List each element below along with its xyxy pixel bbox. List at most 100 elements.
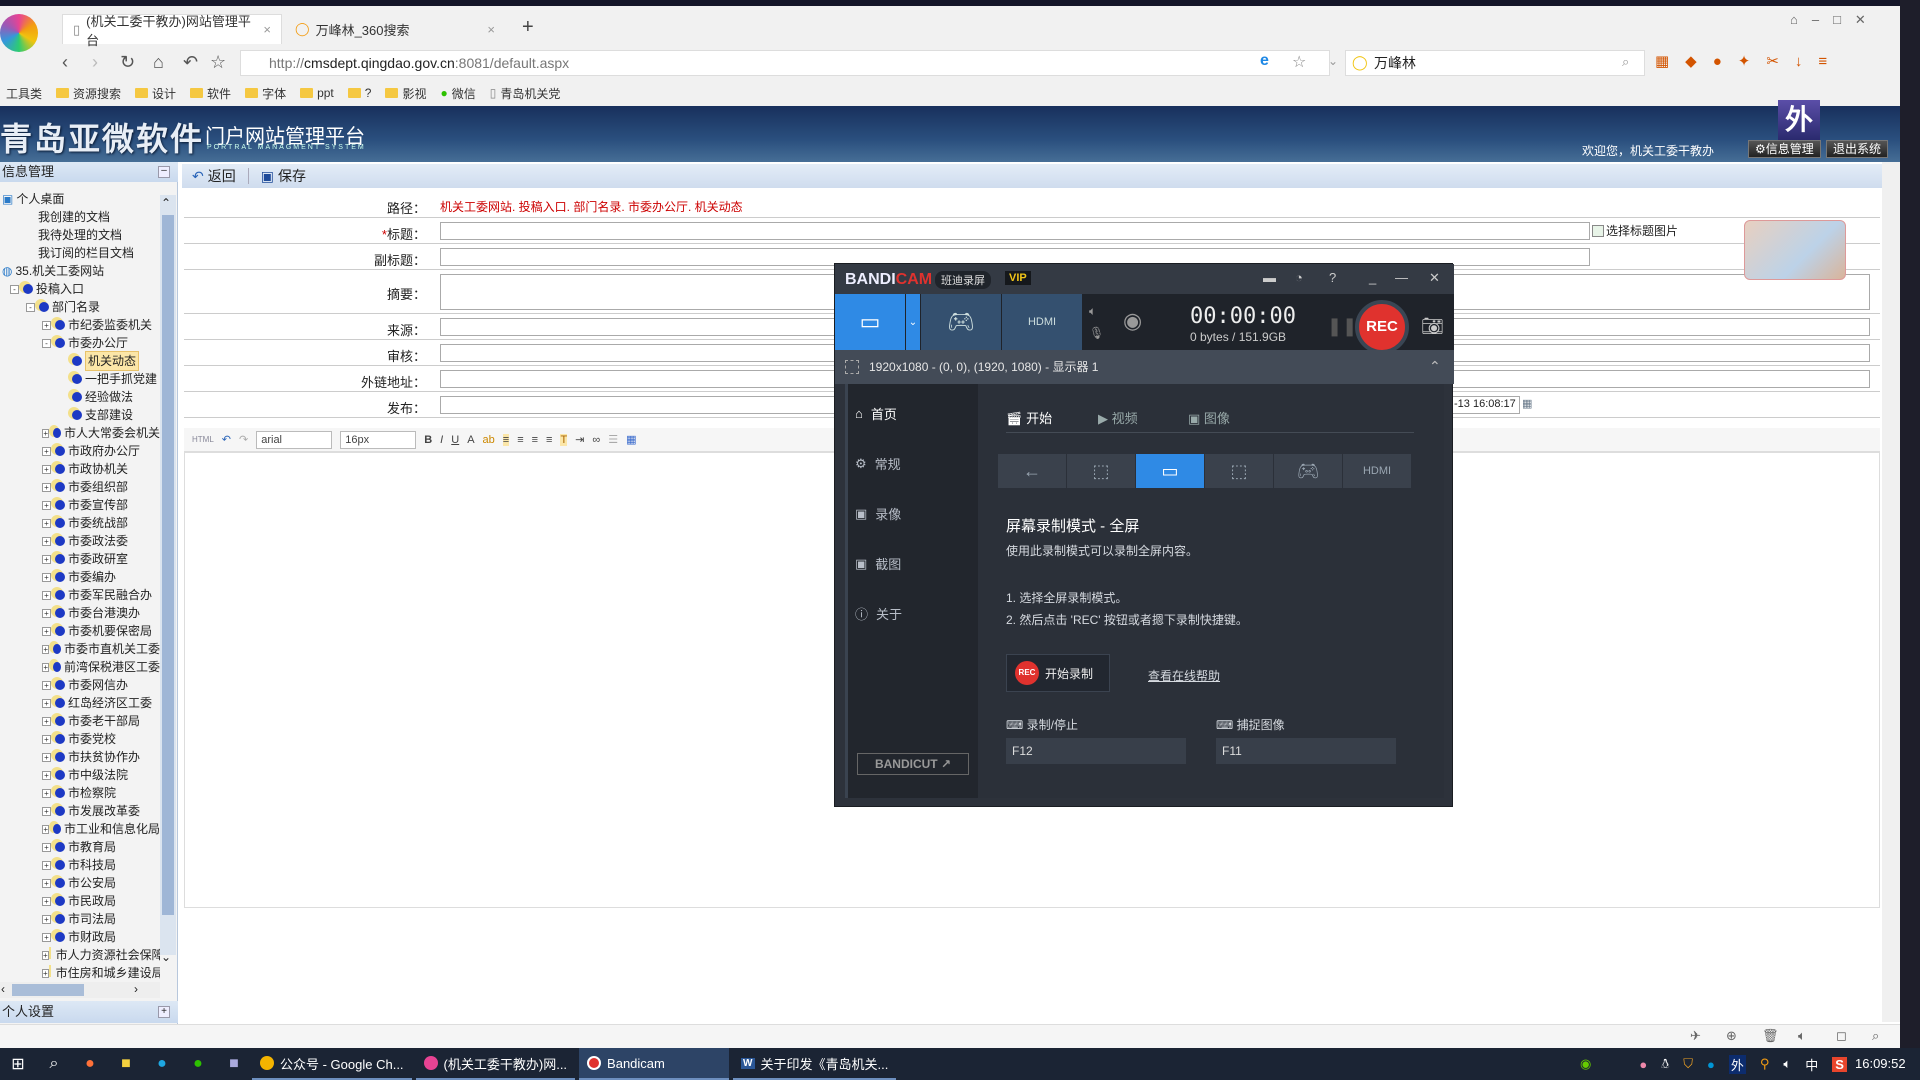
expand-icon[interactable]: +: [42, 752, 51, 762]
firefox-icon[interactable]: ●: [72, 1055, 108, 1073]
taskbar-app-browser[interactable]: (机关工委干教办)网...: [415, 1048, 576, 1080]
hdmi-small-button[interactable]: HDMI: [1343, 454, 1411, 488]
page-scrollbar[interactable]: [1882, 162, 1900, 1022]
expand-icon[interactable]: +: [42, 698, 51, 708]
italic-button[interactable]: I: [440, 434, 443, 446]
align-left-icon[interactable]: ≡: [502, 433, 510, 446]
trash-icon[interactable]: 🗑︎: [1762, 1028, 1779, 1044]
tree-node[interactable]: + 市检察院: [0, 784, 160, 802]
expand-icon[interactable]: +: [42, 734, 51, 744]
taskbar-app-chrome[interactable]: 公众号 - Google Ch...: [252, 1048, 412, 1080]
tree-node[interactable]: + 市政协机关: [0, 460, 160, 478]
zoom-icon[interactable]: ⌕: [1872, 1028, 1879, 1044]
app-icon[interactable]: ■: [216, 1055, 252, 1073]
scroll-left-icon[interactable]: ‹: [1, 982, 5, 996]
tree-node[interactable]: 我订阅的栏目文档: [0, 244, 160, 262]
address-bar[interactable]: http://cmsdept.qingdao.gov.cn:8081/defau…: [240, 50, 1330, 76]
extension-icons[interactable]: ▦◆●✦✂↓≡: [1655, 52, 1843, 70]
edge-icon[interactable]: ●: [144, 1055, 180, 1073]
undo-icon[interactable]: ↶: [222, 433, 231, 446]
dropdown-icon[interactable]: ⌄: [1328, 54, 1338, 68]
expand-icon[interactable]: +: [42, 842, 51, 852]
indent-icon[interactable]: ⇥: [575, 433, 584, 446]
publish-datetime[interactable]: -13 16:08:17: [1454, 398, 1516, 410]
wechat-icon[interactable]: ●: [180, 1055, 216, 1073]
expand-icon[interactable]: +: [42, 572, 51, 582]
status-green-icon[interactable]: ◉: [1580, 1056, 1591, 1072]
tab-admin-platform[interactable]: ▯ (机关工委干教办)网站管理平台 ×: [62, 14, 282, 48]
expand-icon[interactable]: +: [42, 806, 51, 816]
speaker-icon[interactable]: 🔈︎: [1089, 304, 1096, 319]
expand-icon[interactable]: +: [42, 320, 51, 330]
tree-node[interactable]: + 市委台港澳办: [0, 604, 160, 622]
window-icon[interactable]: ◻: [1836, 1028, 1847, 1044]
back-mode-button[interactable]: ←: [998, 454, 1066, 488]
expand-icon[interactable]: +: [42, 428, 50, 438]
title-image-thumbnail[interactable]: [1744, 220, 1846, 280]
bookmark-folder[interactable]: 字体: [245, 85, 286, 102]
tab-search[interactable]: ◯ 万峰林_360搜索 ×: [285, 14, 505, 44]
expand-icon[interactable]: +: [42, 626, 51, 636]
tree-node[interactable]: + 市委统战部: [0, 514, 160, 532]
bold-button[interactable]: B: [424, 434, 432, 446]
rectangle-mode-button[interactable]: ⬚: [1067, 454, 1135, 488]
tree-node[interactable]: + 市中级法院: [0, 766, 160, 784]
expand-icon[interactable]: +: [42, 680, 51, 690]
bookmark-folder[interactable]: 影视: [385, 85, 426, 102]
underline-button[interactable]: U: [451, 434, 459, 446]
tree-node[interactable]: + 市教育局: [0, 838, 160, 856]
folder-icon[interactable]: ▬: [1263, 270, 1276, 285]
tree-node[interactable]: 机关动态: [0, 351, 160, 371]
sidebar-item-general[interactable]: ⚙ 常规: [855, 454, 901, 473]
chevron-up-icon[interactable]: ⌃: [1429, 358, 1441, 375]
minimize-icon[interactable]: —: [1395, 270, 1408, 285]
expand-panel-icon[interactable]: +: [158, 1006, 170, 1018]
font-color-button[interactable]: A: [467, 434, 474, 446]
screen-mode-button[interactable]: ▭: [835, 294, 905, 350]
media-icon[interactable]: ■: [108, 1055, 144, 1073]
bookmark-wechat[interactable]: ● 微信: [440, 85, 475, 102]
bookmark-folder[interactable]: 设计: [135, 85, 176, 102]
sogou-icon[interactable]: S: [1832, 1056, 1847, 1072]
tree-node[interactable]: + 市财政局: [0, 928, 160, 946]
bookmark-item[interactable]: 工具类: [6, 85, 42, 102]
rocket-icon[interactable]: ✈: [1690, 1028, 1701, 1044]
tab-video[interactable]: ▶ 视频: [1098, 408, 1138, 427]
sidebar-item-screenshot[interactable]: ▣ 截图: [855, 554, 901, 573]
game-mode-small-button[interactable]: 🎮︎: [1274, 454, 1342, 488]
expand-icon[interactable]: +: [42, 482, 51, 492]
new-tab-button[interactable]: +: [522, 16, 534, 39]
taskbar-app-word[interactable]: W 关于印发《青岛机关...: [733, 1048, 897, 1080]
calendar-icon[interactable]: ▦: [1522, 397, 1532, 410]
tree-node[interactable]: + 市委宣传部: [0, 496, 160, 514]
start-recording-button[interactable]: REC 开始录制: [1006, 654, 1110, 692]
tab-start[interactable]: 🎬︎ 开始: [1006, 408, 1052, 427]
tree-node[interactable]: + 市委组织部: [0, 478, 160, 496]
list-icon[interactable]: ☰: [608, 433, 618, 446]
pause-icon[interactable]: ❚❚: [1327, 316, 1357, 337]
tree-node[interactable]: 一把手抓党建: [0, 370, 160, 388]
tree-node[interactable]: + 市政府办公厅: [0, 442, 160, 460]
close-icon[interactable]: ✕: [1429, 270, 1440, 286]
expand-icon[interactable]: +: [42, 860, 51, 870]
tab-image[interactable]: ▣ 图像: [1188, 408, 1230, 427]
tree-node[interactable]: + 市委政研室: [0, 550, 160, 568]
bookmark-page[interactable]: ▯ 青岛机关党: [490, 85, 561, 102]
minimize-to-tray-icon[interactable]: _: [1369, 270, 1376, 285]
bookmark-folder[interactable]: ppt: [300, 86, 334, 100]
clock-icon[interactable]: ◔: [1295, 270, 1303, 285]
expand-icon[interactable]: +: [42, 950, 49, 960]
font-family-select[interactable]: arial: [256, 430, 333, 449]
reload-icon[interactable]: ↻: [120, 52, 135, 73]
scroll-right-icon[interactable]: ›: [134, 982, 138, 996]
microphone-icon[interactable]: 🎙︎: [1089, 326, 1104, 340]
ie-mode-icon[interactable]: e: [1260, 52, 1269, 70]
expand-icon[interactable]: +: [42, 590, 51, 600]
ime-indicator[interactable]: 中: [1805, 1055, 1818, 1074]
tree-node[interactable]: - 市委办公厅: [0, 334, 160, 352]
restore-icon[interactable]: ↶: [183, 52, 198, 73]
collapse-icon[interactable]: -: [10, 284, 19, 294]
close-tab-icon[interactable]: ×: [487, 22, 495, 37]
personal-settings-bar[interactable]: 个人设置: [0, 1001, 178, 1023]
tree-node[interactable]: + 市委网信办: [0, 676, 160, 694]
